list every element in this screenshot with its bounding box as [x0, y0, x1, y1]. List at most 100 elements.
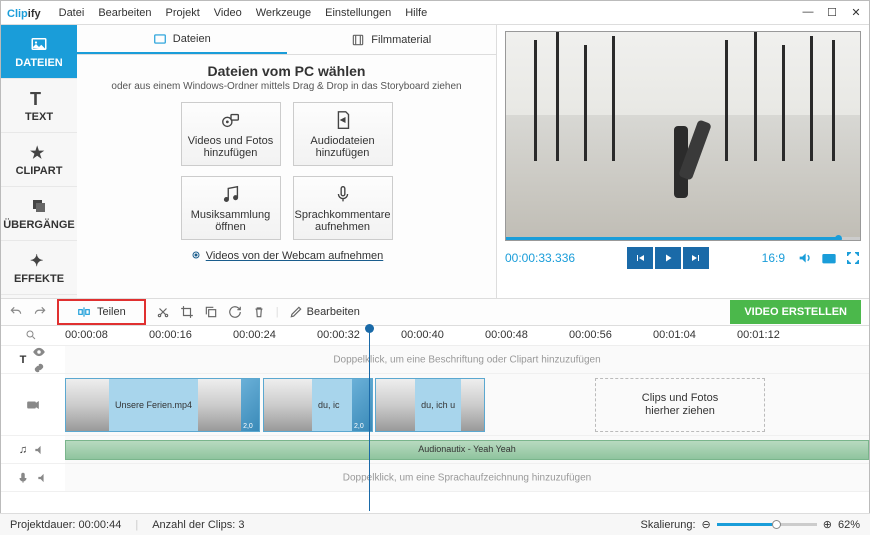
sidebar-item-dateien[interactable]: DATEIEN — [1, 25, 77, 79]
play-button[interactable] — [655, 247, 681, 269]
undo-button[interactable] — [9, 305, 23, 319]
aspect-ratio[interactable]: 16:9 — [762, 251, 785, 265]
menu-bearbeiten[interactable]: Bearbeiten — [98, 7, 151, 19]
btn-label: Audiodateien — [310, 135, 374, 147]
music-icon — [220, 183, 242, 205]
zoom-in-button[interactable]: ⊕ — [823, 518, 832, 531]
app-logo: Clipify — [7, 5, 41, 20]
video-preview[interactable] — [505, 31, 861, 241]
file-tabs: Dateien Filmmaterial — [77, 25, 496, 55]
volume-icon[interactable] — [797, 250, 813, 266]
speaker-icon[interactable] — [33, 443, 47, 457]
btn-label: aufnehmen — [315, 221, 370, 233]
cut-button[interactable] — [156, 305, 170, 319]
timecode: 00:00:33.336 — [505, 251, 575, 265]
edit-label: Bearbeiten — [307, 306, 360, 318]
clip-label: du, ic — [312, 400, 346, 410]
timeline: 00:00:08 00:00:16 00:00:24 00:00:32 00:0… — [1, 326, 869, 511]
fullscreen-icon[interactable] — [845, 250, 861, 266]
ruler-tick: 00:00:16 — [149, 329, 192, 341]
preview-panel: 00:00:33.336 16:9 — [497, 25, 869, 298]
status-bar: Projektdauer: 00:00:44 | Anzahl der Clip… — [0, 513, 870, 535]
music-library-button[interactable]: Musiksammlungöffnen — [181, 176, 281, 240]
voiceover-button[interactable]: Sprachkommentareaufnehmen — [293, 176, 393, 240]
film-icon — [351, 33, 365, 47]
maximize-icon[interactable]: ☐ — [825, 6, 839, 19]
webcam-link[interactable]: Videos von der Webcam aufnehmen — [97, 250, 476, 262]
playhead[interactable] — [369, 326, 370, 511]
btn-label: Sprachkommentare — [295, 209, 391, 221]
add-videos-button[interactable]: Videos und Fotoshinzufügen — [181, 102, 281, 166]
mic-icon — [16, 471, 30, 485]
sidebar-item-effekte[interactable]: ✦ EFFEKTE — [1, 241, 77, 295]
timeline-clip[interactable]: du, ich u — [375, 378, 485, 432]
split-button[interactable]: Teilen — [57, 299, 146, 325]
webcam-label: Videos von der Webcam aufnehmen — [206, 250, 384, 262]
scale-label: Skalierung: — [640, 519, 695, 531]
btn-label: Videos und Fotos — [188, 135, 273, 147]
webcam-icon — [190, 250, 202, 262]
prev-button[interactable] — [627, 247, 653, 269]
sidebar-label: EFFEKTE — [14, 273, 64, 285]
link-icon[interactable] — [32, 361, 46, 375]
timeline-clip[interactable]: Unsere Ferien.mp4 — [65, 378, 260, 432]
audio-track[interactable]: ♫ Audionautix - Yeah Yeah — [1, 436, 869, 464]
menu-datei[interactable]: Datei — [59, 7, 85, 19]
next-button[interactable] — [683, 247, 709, 269]
snapshot-icon[interactable] — [821, 250, 837, 266]
sidebar-item-text[interactable]: T TEXT — [1, 79, 77, 133]
split-label: Teilen — [97, 306, 126, 318]
redo-button[interactable] — [33, 305, 47, 319]
close-icon[interactable]: ✕ — [849, 6, 863, 19]
image-icon — [153, 32, 167, 46]
sparkle-icon: ✦ — [30, 251, 48, 269]
seek-bar[interactable] — [506, 237, 860, 240]
sidebar-item-uebergaenge[interactable]: ÜBERGÄNGE — [1, 187, 77, 241]
ruler-tick: 00:00:24 — [233, 329, 276, 341]
eye-icon[interactable] — [32, 345, 46, 359]
delete-button[interactable] — [252, 305, 266, 319]
audio-label: Audionautix - Yeah Yeah — [418, 444, 516, 454]
menu-werkzeuge[interactable]: Werkzeuge — [256, 7, 311, 19]
file-panel: Dateien Filmmaterial Dateien vom PC wähl… — [77, 25, 497, 298]
timeline-clip[interactable]: du, ic — [263, 378, 373, 432]
crop-button[interactable] — [180, 305, 194, 319]
clip-thumb — [198, 379, 241, 431]
speaker-icon[interactable] — [36, 471, 50, 485]
edit-button[interactable]: Bearbeiten — [289, 305, 360, 319]
clip-thumb — [66, 379, 109, 431]
zoom-out-button[interactable]: ⊖ — [702, 518, 711, 531]
clip-thumb — [461, 379, 484, 431]
zoom-icon[interactable] — [25, 329, 37, 341]
minimize-icon[interactable]: — — [801, 6, 815, 19]
transition-icon[interactable] — [241, 379, 259, 431]
text-track[interactable]: T Doppelklick, um eine Beschriftung oder… — [1, 346, 869, 374]
audio-clip[interactable]: Audionautix - Yeah Yeah — [65, 440, 869, 460]
zoom-slider[interactable] — [717, 523, 817, 526]
add-audio-button[interactable]: Audiodateienhinzufügen — [293, 102, 393, 166]
main-menu: Datei Bearbeiten Projekt Video Werkzeuge… — [59, 7, 428, 19]
menu-video[interactable]: Video — [214, 7, 242, 19]
voice-track[interactable]: Doppelklick, um eine Sprachaufzeichnung … — [1, 464, 869, 492]
tab-filmmaterial[interactable]: Filmmaterial — [287, 25, 497, 54]
time-ruler[interactable]: 00:00:08 00:00:16 00:00:24 00:00:32 00:0… — [1, 326, 869, 346]
menu-einstellungen[interactable]: Einstellungen — [325, 7, 391, 19]
create-video-button[interactable]: VIDEO ERSTELLEN — [730, 300, 861, 324]
image-icon — [30, 35, 48, 53]
tab-dateien[interactable]: Dateien — [77, 25, 287, 54]
rotate-button[interactable] — [228, 305, 242, 319]
menu-hilfe[interactable]: Hilfe — [405, 7, 427, 19]
btn-label: Musiksammlung — [191, 209, 270, 221]
clip-placeholder[interactable]: Clips und Fotos hierher ziehen — [595, 378, 765, 432]
ruler-tick: 00:00:32 — [317, 329, 360, 341]
track-hint: Doppelklick, um eine Sprachaufzeichnung … — [65, 472, 869, 483]
copy-button[interactable] — [204, 305, 218, 319]
ruler-tick: 00:01:04 — [653, 329, 696, 341]
video-track[interactable]: Unsere Ferien.mp4 du, ic du, ich u Clips… — [1, 374, 869, 436]
sidebar-label: TEXT — [25, 111, 53, 123]
menu-projekt[interactable]: Projekt — [166, 7, 200, 19]
clips-count-label: Anzahl der Clips: 3 — [152, 519, 244, 531]
sidebar-label: DATEIEN — [15, 57, 62, 69]
sidebar-item-clipart[interactable]: ★ CLIPART — [1, 133, 77, 187]
track-hint: Doppelklick, um eine Beschriftung oder C… — [65, 354, 869, 365]
